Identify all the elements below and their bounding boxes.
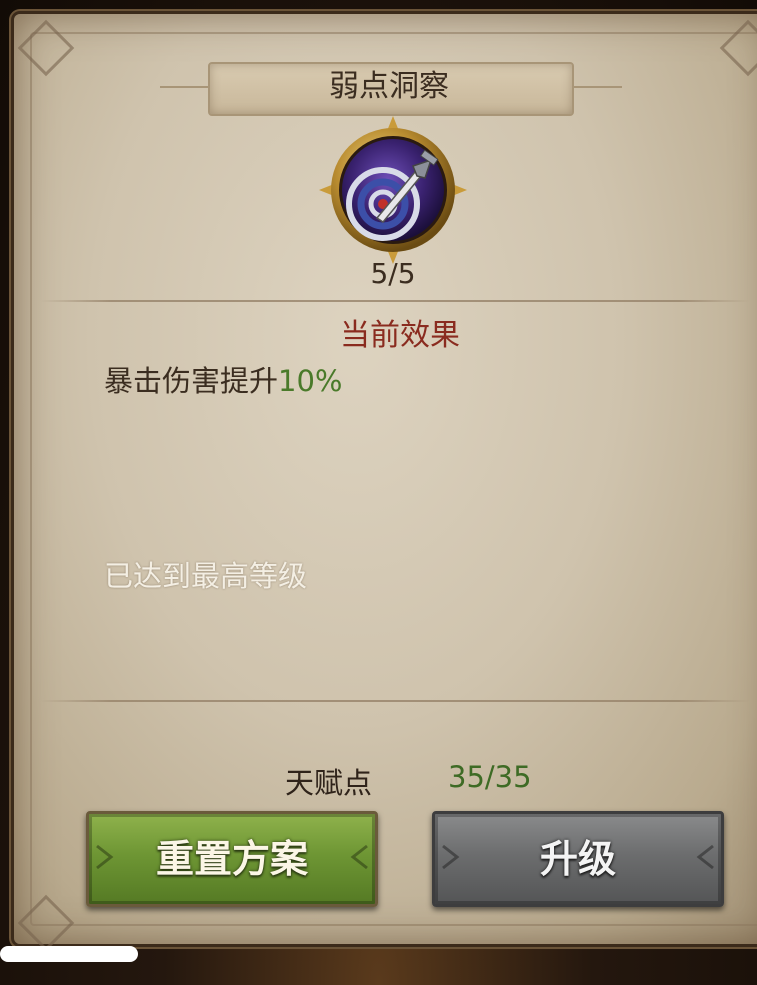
button-ornament-left-icon [442, 844, 460, 870]
upgrade-label: 升级 [539, 837, 616, 881]
skill-level: 5/5 [370, 257, 416, 290]
effect-description: 暴击伤害提升10% [104, 358, 342, 400]
button-ornament-right-icon [696, 844, 714, 870]
game-screen: 弱点洞察 5/5 当前效果 暴击伤害提升10% 已达到最高等级 天赋点 35/3… [0, 0, 757, 985]
reset-plan-label: 重置方案 [155, 837, 308, 881]
divider-top [40, 300, 750, 302]
title-line-left [160, 86, 210, 88]
talent-points-value: 35/35 [448, 760, 532, 794]
talent-title: 弱点洞察 [329, 69, 449, 104]
title-line-right [570, 86, 622, 88]
target-dagger-icon [319, 116, 467, 264]
button-ornament-left-icon [96, 844, 114, 870]
max-level-note: 已达到最高等级 [104, 559, 308, 593]
button-ornament-right-icon [350, 844, 368, 870]
upgrade-button[interactable]: 升级 [432, 811, 724, 907]
divider-bottom [40, 700, 750, 702]
effect-value: 10% [278, 364, 343, 398]
current-effect-header: 当前效果 [340, 318, 460, 353]
talent-points-label: 天赋点 [285, 766, 373, 800]
effect-text: 暴击伤害提升 [104, 364, 279, 398]
reset-plan-button[interactable]: 重置方案 [86, 811, 378, 907]
home-indicator[interactable] [0, 946, 138, 962]
